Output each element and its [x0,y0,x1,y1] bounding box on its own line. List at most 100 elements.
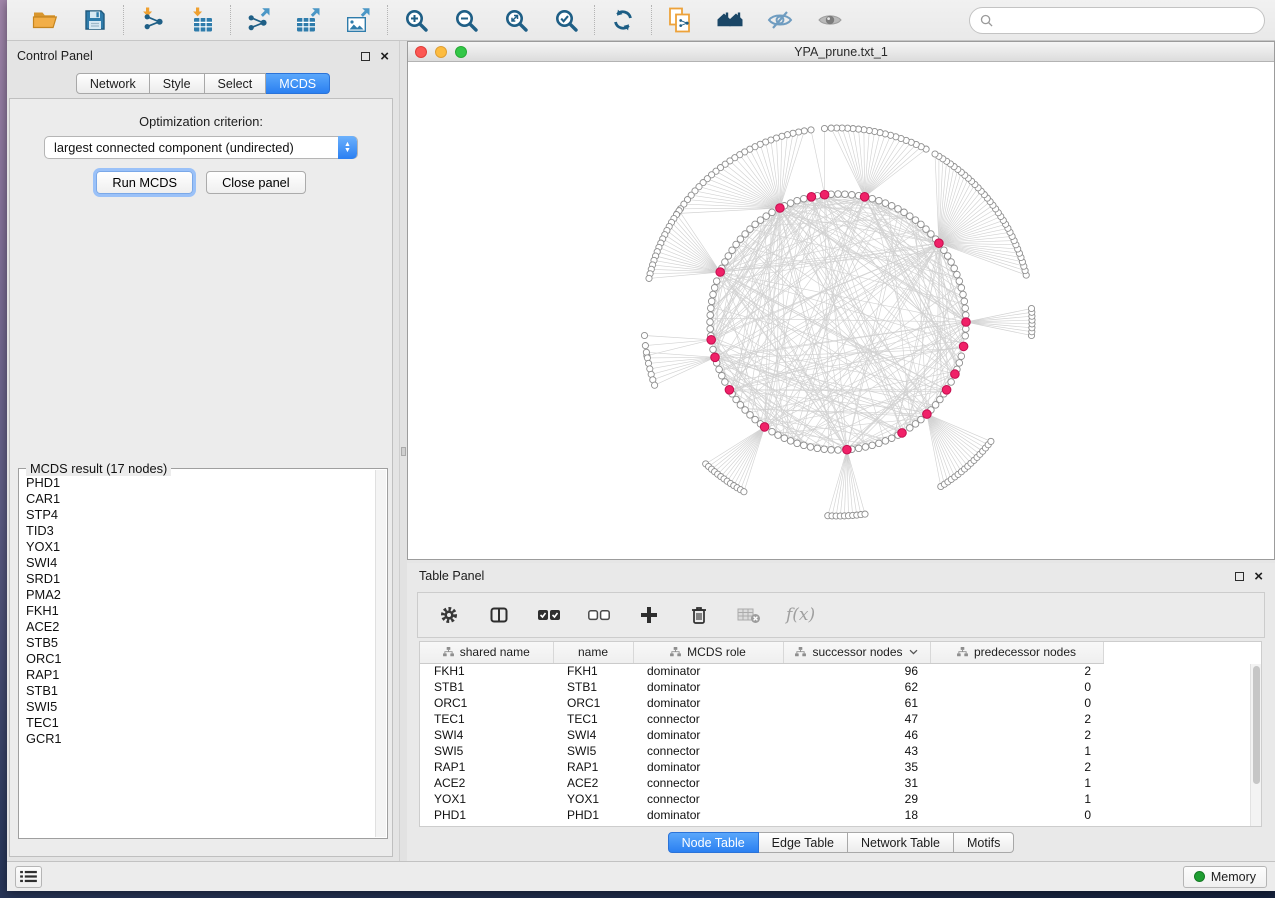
memory-status-icon [1194,871,1205,882]
table-panel-tabs: Node TableEdge TableNetwork TableMotifs [407,832,1275,853]
table-panel: Table Panel × f(x) shared namenameMCDS r… [407,563,1275,861]
table-cell: 0 [930,807,1103,823]
mcds-result-item[interactable]: YOX1 [26,539,375,555]
criterion-dropdown[interactable]: largest connected component (undirected)… [44,136,358,159]
table-row[interactable]: SWI5SWI5connector431 [420,743,1103,759]
tab-network-table[interactable]: Network Table [848,832,954,853]
table-cell: 62 [783,679,930,695]
table-row[interactable]: RAP1RAP1dominator352 [420,759,1103,775]
tab-mcds[interactable]: MCDS [266,73,330,94]
tab-select[interactable]: Select [205,73,267,94]
close-panel-button[interactable]: Close panel [206,171,306,194]
duplicate-network-icon[interactable] [665,5,695,35]
mcds-result-item[interactable]: CAR1 [26,491,375,507]
show-all-icon[interactable] [815,5,845,35]
import-table-icon[interactable] [187,5,217,35]
add-icon[interactable] [636,602,662,628]
task-history-button[interactable] [15,866,42,888]
column-header-shared-name[interactable]: shared name [420,642,553,663]
column-header-successor-nodes[interactable]: successor nodes [783,642,930,663]
mcds-result-item[interactable]: GCR1 [26,731,375,747]
table-cell: 96 [783,663,930,679]
deselect-all-icon[interactable] [586,602,612,628]
table-cell: STB1 [553,679,633,695]
table-row[interactable]: ORC1ORC1dominator610 [420,695,1103,711]
zoom-in-icon[interactable] [401,5,431,35]
table-cell: 61 [783,695,930,711]
column-header-MCDS-role[interactable]: MCDS role [633,642,783,663]
export-network-icon[interactable] [244,5,274,35]
mcds-result-item[interactable]: SWI4 [26,555,375,571]
mcds-result-groupbox: MCDS result (17 nodes) PHD1CAR1STP4TID3Y… [18,468,388,839]
table-row[interactable]: FKH1FKH1dominator962 [420,663,1103,679]
table-cell: ACE2 [420,775,553,791]
export-table-icon[interactable] [294,5,324,35]
criterion-value: largest connected component (undirected) [54,140,294,155]
zoom-fit-icon[interactable] [501,5,531,35]
memory-button[interactable]: Memory [1183,866,1267,888]
table-cell: PHD1 [553,807,633,823]
mcds-result-item[interactable]: PMA2 [26,587,375,603]
table-cell: 1 [930,743,1103,759]
table-cell: 29 [783,791,930,807]
save-icon[interactable] [80,5,110,35]
zoom-selected-icon[interactable] [551,5,581,35]
mcds-result-item[interactable]: RAP1 [26,667,375,683]
import-network-icon[interactable] [137,5,167,35]
mcds-result-item[interactable]: STP4 [26,507,375,523]
close-table-panel-icon[interactable]: × [1254,572,1263,581]
tab-network[interactable]: Network [76,73,150,94]
mcds-result-item[interactable]: TID3 [26,523,375,539]
zoom-out-icon[interactable] [451,5,481,35]
mcds-result-item[interactable]: SWI5 [26,699,375,715]
table-cell: SWI4 [553,727,633,743]
network-canvas[interactable] [408,62,1274,559]
table-row[interactable]: ACE2ACE2connector311 [420,775,1103,791]
table-cell: YOX1 [553,791,633,807]
mcds-result-item[interactable]: STB5 [26,635,375,651]
close-panel-icon[interactable]: × [380,52,389,61]
refresh-icon[interactable] [608,5,638,35]
table-row[interactable]: SWI4SWI4dominator462 [420,727,1103,743]
run-mcds-button[interactable]: Run MCDS [96,171,193,194]
table-cell: SWI5 [553,743,633,759]
column-header-name[interactable]: name [553,642,633,663]
mcds-result-item[interactable]: PHD1 [26,475,375,491]
open-icon[interactable] [30,5,60,35]
select-all-icon[interactable] [536,602,562,628]
mcds-result-item[interactable]: ORC1 [26,651,375,667]
tab-style[interactable]: Style [150,73,205,94]
tab-node-table[interactable]: Node Table [668,832,759,853]
mcds-result-item[interactable]: TEC1 [26,715,375,731]
table-cell: TEC1 [553,711,633,727]
mcds-result-item[interactable]: STB1 [26,683,375,699]
settings-icon[interactable] [436,602,462,628]
table-cell: 18 [783,807,930,823]
column-header-predecessor-nodes[interactable]: predecessor nodes [930,642,1103,663]
mcds-result-item[interactable]: ACE2 [26,619,375,635]
divider-grip[interactable] [401,447,406,456]
table-row[interactable]: STB1STB1dominator620 [420,679,1103,695]
table-row[interactable]: TEC1TEC1connector472 [420,711,1103,727]
mcds-list-scrollbar[interactable] [375,470,386,837]
export-image-icon[interactable] [344,5,374,35]
tab-edge-table[interactable]: Edge Table [759,832,848,853]
float-table-panel-icon[interactable] [1235,572,1244,581]
search-box[interactable] [969,7,1265,34]
table-scrollbar-thumb[interactable] [1253,666,1260,784]
table-cell: connector [633,791,783,807]
table-row[interactable]: PHD1PHD1dominator180 [420,807,1103,823]
column-visibility-icon[interactable] [486,602,512,628]
table-scrollbar[interactable] [1250,664,1261,826]
right-column: YPA_prune.txt_1 Table Panel × f(x) [407,41,1275,861]
first-neighbors-icon[interactable] [715,5,745,35]
tab-motifs[interactable]: Motifs [954,832,1014,853]
hide-selected-icon[interactable] [765,5,795,35]
table-row[interactable]: YOX1YOX1connector291 [420,791,1103,807]
mcds-result-item[interactable]: SRD1 [26,571,375,587]
panel-divider[interactable] [400,41,407,861]
delete-icon[interactable] [686,602,712,628]
float-panel-icon[interactable] [361,52,370,61]
mcds-result-item[interactable]: FKH1 [26,603,375,619]
search-input[interactable] [999,13,1254,28]
